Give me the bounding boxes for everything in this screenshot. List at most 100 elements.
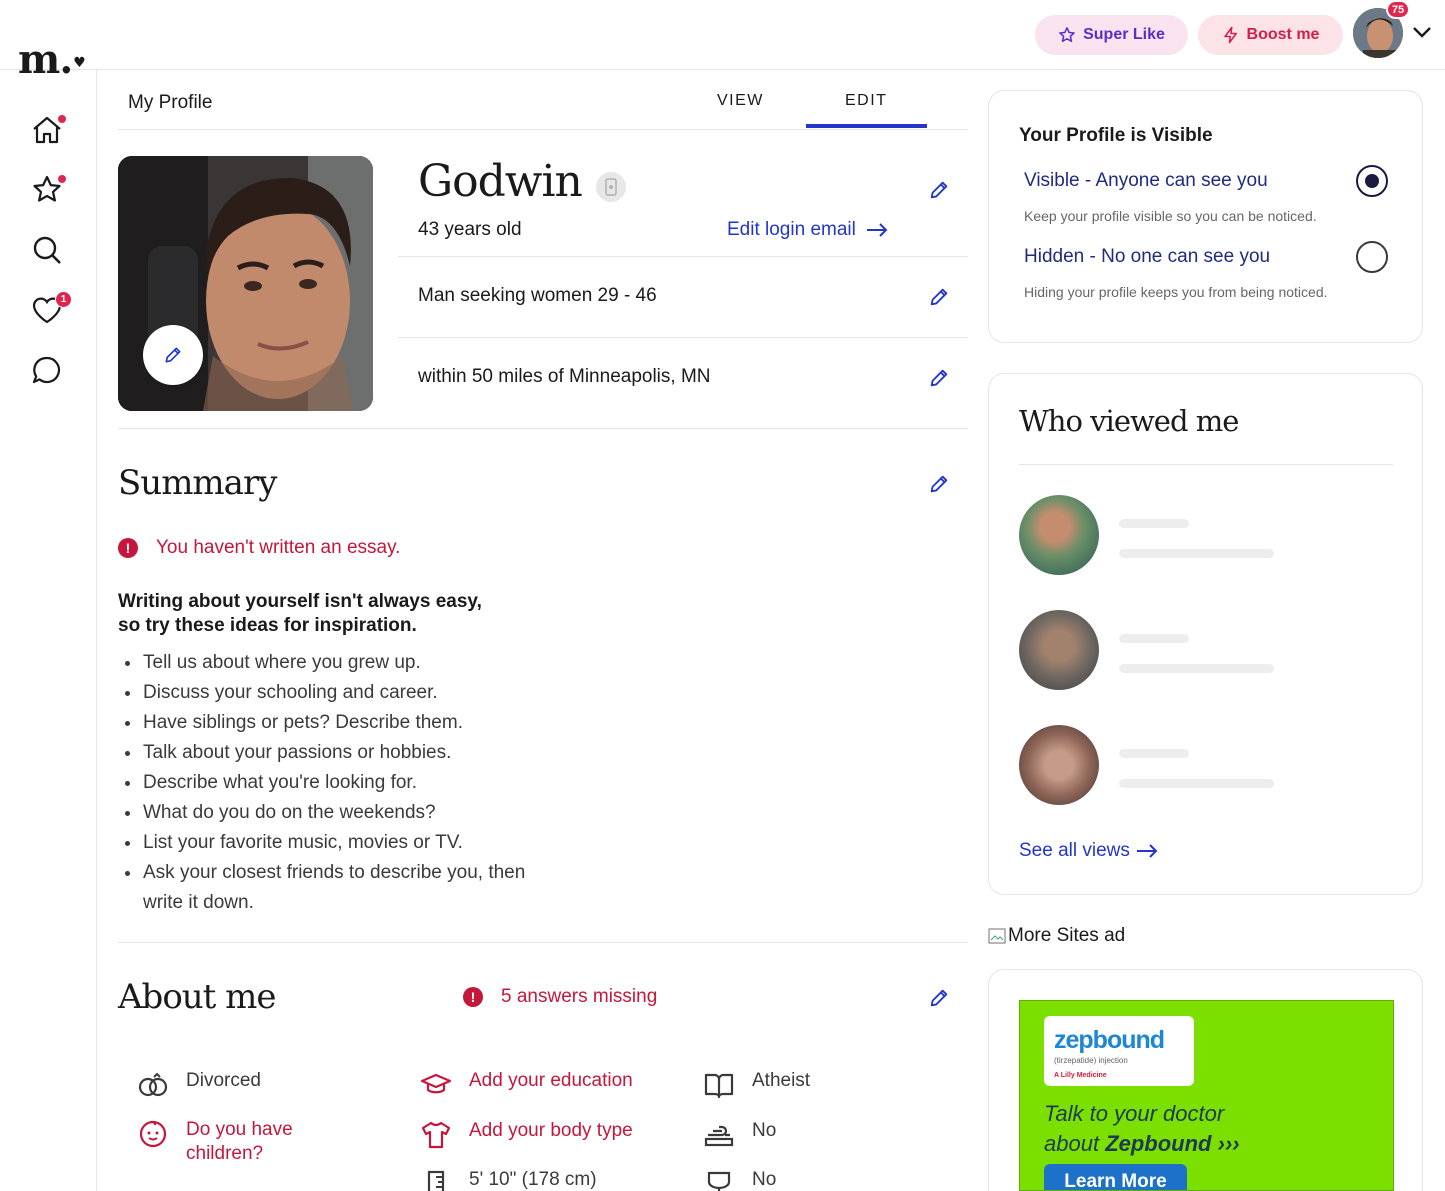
seeking-preference: Man seeking women 29 - 46 — [418, 285, 657, 306]
attr-label: Add your education — [469, 1070, 633, 1091]
visible-radio[interactable] — [1356, 165, 1388, 197]
tab-edit[interactable]: EDIT — [845, 92, 887, 110]
tips-heading-line-1: Writing about yourself isn't always easy… — [118, 591, 482, 612]
placeholder-bar — [1119, 664, 1274, 673]
list-item: Tell us about where you grew up. — [125, 648, 543, 678]
ad-line-2-prefix: about — [1044, 1131, 1100, 1156]
boost-me-label: Boost me — [1246, 26, 1320, 43]
zepbound-ad[interactable]: zepbound (tirzepatide) injection A Lilly… — [1019, 1000, 1394, 1191]
attr-label: Do you have children? — [186, 1119, 293, 1164]
list-item: Talk about your passions or hobbies. — [125, 738, 543, 768]
tab-view[interactable]: VIEW — [717, 92, 764, 110]
attr-marital-status[interactable]: Divorced — [136, 1070, 261, 1100]
alert-icon: ! — [118, 538, 138, 558]
attr-drinking[interactable]: No — [702, 1169, 776, 1191]
blurred-viewer-avatar[interactable] — [1019, 495, 1099, 575]
ad-line-2-brand: Zepbound — [1105, 1131, 1212, 1156]
edit-login-email-link[interactable]: Edit login email — [727, 219, 888, 241]
star-notification-dot — [57, 174, 67, 184]
divider — [118, 428, 968, 429]
chat-icon[interactable] — [30, 353, 64, 387]
attr-children[interactable]: Do you have children? — [136, 1118, 336, 1166]
attr-label: Add your body type — [469, 1120, 633, 1141]
visibility-card: Your Profile is Visible Visible - Anyone… — [988, 90, 1423, 343]
ad-learn-more-button[interactable]: Learn More — [1044, 1164, 1187, 1190]
attr-education[interactable]: Add your education — [419, 1070, 633, 1100]
search-icon[interactable] — [30, 233, 64, 267]
divider — [398, 256, 968, 257]
verify-phone-icon[interactable] — [596, 172, 626, 202]
top-bar: m.♥ Super Like Boost me 75 — [0, 0, 1445, 80]
see-all-views-link[interactable]: See all views — [1019, 840, 1158, 862]
edit-summary-pencil-icon[interactable] — [928, 473, 950, 495]
visible-description: Keep your profile visible so you can be … — [1024, 208, 1317, 224]
attr-smoking[interactable]: No — [702, 1120, 776, 1150]
tips-heading: Writing about yourself isn't always easy… — [118, 590, 538, 638]
tips-heading-line-2: so try these ideas for inspiration. — [118, 615, 417, 636]
home-notification-dot — [57, 114, 67, 124]
essay-missing-text: You haven't written an essay. — [156, 537, 401, 558]
ad-copy: Talk to your doctor about Zepbound ››› — [1044, 1101, 1240, 1156]
list-item: Have siblings or pets? Describe them. — [125, 708, 543, 738]
attr-label: No — [752, 1169, 777, 1190]
visible-option-label[interactable]: Visible - Anyone can see you — [1024, 170, 1268, 192]
attr-label: Divorced — [186, 1070, 261, 1091]
zepbound-logo: zepbound (tirzepatide) injection A Lilly… — [1044, 1016, 1194, 1086]
placeholder-bar — [1119, 549, 1274, 558]
profile-tabs-bar: My Profile VIEW EDIT — [118, 80, 968, 130]
notification-count-badge: 75 — [1386, 0, 1410, 19]
edit-login-email-label: Edit login email — [727, 219, 856, 240]
edit-location-pencil-icon[interactable] — [928, 367, 950, 389]
who-viewed-me-card: Who viewed me See all views — [988, 373, 1423, 895]
essay-missing-alert: ! You haven't written an essay. — [118, 537, 400, 559]
attr-height[interactable]: 5' 10" (178 cm) — [419, 1169, 597, 1191]
broken-image-icon — [988, 928, 1006, 944]
ad-line-1: Talk to your doctor — [1044, 1101, 1225, 1126]
location-preference: within 50 miles of Minneapolis, MN — [418, 366, 711, 387]
list-item: List your favorite music, movies or TV. — [125, 828, 543, 858]
blurred-viewer-avatar[interactable] — [1019, 610, 1099, 690]
visibility-title: Your Profile is Visible — [1019, 125, 1213, 146]
edit-name-pencil-icon[interactable] — [928, 179, 950, 201]
answers-missing-alert: ! 5 answers missing — [463, 986, 657, 1008]
super-like-button[interactable]: Super Like — [1035, 15, 1188, 55]
attr-religion[interactable]: Atheist — [702, 1070, 810, 1100]
ruler-icon — [419, 1169, 453, 1191]
ad-brand: zepbound — [1054, 1026, 1165, 1054]
smoking-icon — [702, 1120, 736, 1150]
attr-body-type[interactable]: Add your body type — [419, 1120, 633, 1150]
tips-list: Tell us about where you grew up. Discuss… — [125, 648, 543, 918]
divider — [1019, 464, 1393, 465]
drink-icon — [702, 1169, 736, 1191]
graduation-cap-icon — [419, 1070, 453, 1100]
summary-title: Summary — [118, 463, 277, 503]
ad-image-alt: More Sites ad — [988, 925, 1125, 947]
radio-selected-dot — [1365, 174, 1379, 188]
pencil-icon — [165, 347, 181, 363]
edit-photo-button[interactable] — [143, 325, 203, 385]
see-all-views-label: See all views — [1019, 840, 1130, 861]
attr-label: 5' 10" (178 cm) — [469, 1169, 597, 1190]
lightning-icon — [1223, 26, 1237, 44]
list-item: Discuss your schooling and career. — [125, 678, 543, 708]
edit-about-me-pencil-icon[interactable] — [928, 987, 950, 1009]
profile-name: Godwin — [418, 156, 583, 207]
who-viewed-me-title: Who viewed me — [1019, 404, 1239, 438]
rings-icon — [136, 1070, 170, 1100]
shirt-icon — [419, 1120, 453, 1150]
active-tab-indicator — [806, 124, 927, 128]
blurred-viewer-avatar[interactable] — [1019, 725, 1099, 805]
page-title: My Profile — [128, 92, 213, 113]
edit-seeking-pencil-icon[interactable] — [928, 286, 950, 308]
boost-me-button[interactable]: Boost me — [1198, 15, 1343, 55]
hidden-option-label[interactable]: Hidden - No one can see you — [1024, 246, 1270, 268]
chevron-down-icon[interactable] — [1412, 25, 1432, 39]
hidden-radio[interactable] — [1356, 241, 1388, 273]
sidebar-nav: 1 — [0, 70, 97, 1191]
placeholder-bar — [1119, 519, 1189, 528]
about-me-title: About me — [118, 977, 277, 1017]
likes-count-badge: 1 — [55, 291, 72, 308]
super-like-label: Super Like — [1083, 26, 1165, 43]
placeholder-bar — [1119, 779, 1274, 788]
ad-maker: A Lilly Medicine — [1054, 1072, 1107, 1079]
